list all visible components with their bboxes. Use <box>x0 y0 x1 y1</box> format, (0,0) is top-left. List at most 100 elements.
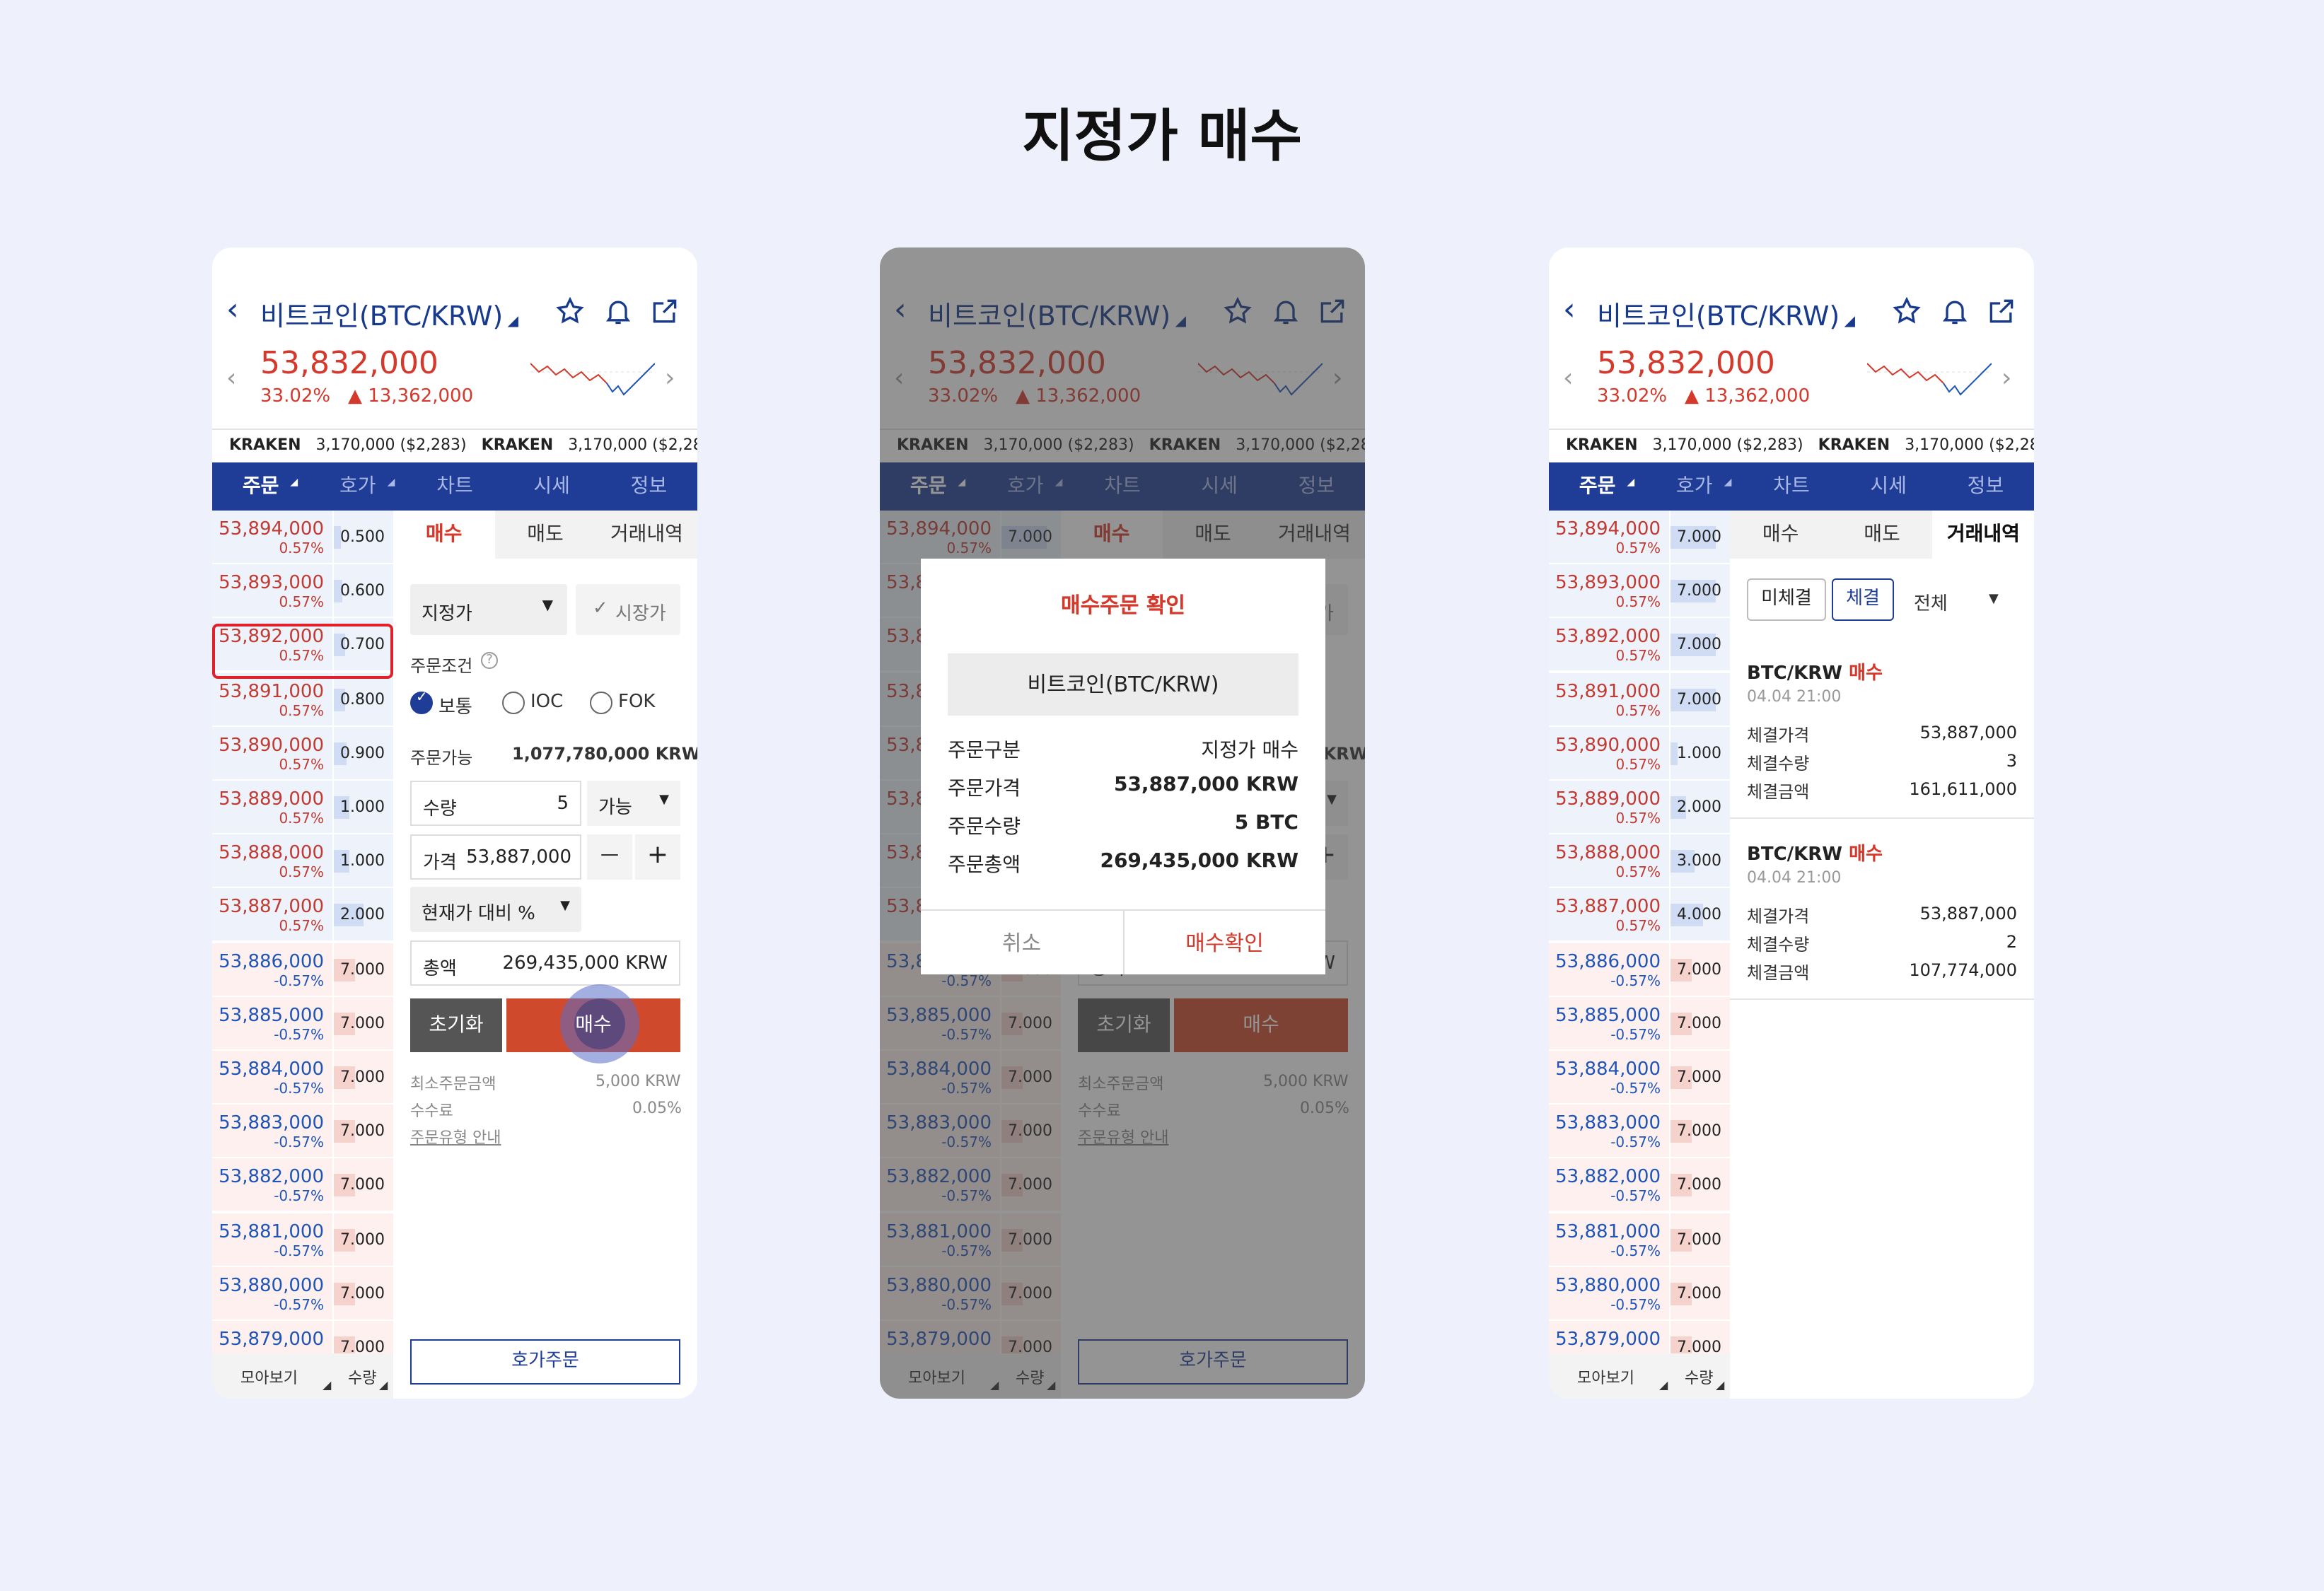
subtab-history[interactable]: 거래내역 <box>596 511 697 559</box>
ask-row[interactable]: 53,894,000 0.57% 0.500 <box>212 511 393 564</box>
back-icon[interactable]: ‹ <box>226 293 239 328</box>
subtab-sell[interactable]: 매도 <box>1831 511 1932 559</box>
prev-icon[interactable]: ‹ <box>1563 363 1573 393</box>
subtab-buy[interactable]: 매수 <box>393 511 495 559</box>
filter-unfilled[interactable]: 미체결 <box>1747 578 1826 621</box>
bid-price: 53,879,000 <box>219 1329 324 1351</box>
ask-price: 53,887,000 <box>219 897 324 919</box>
tab-hoga[interactable]: 호가◢ <box>1646 462 1743 511</box>
bid-row[interactable]: 53,884,000 -0.57% 7.000 <box>212 1051 393 1105</box>
bid-row[interactable]: 53,886,000-0.57% 7.000 <box>1549 943 1730 996</box>
orderbook: 53,894,0000.57% 7.000 53,893,0000.57% 7.… <box>1549 511 1730 1353</box>
bid-row[interactable]: 53,881,000-0.57% 7.000 <box>1549 1213 1730 1266</box>
trade-field-label: 체결가격 <box>1747 725 1810 745</box>
help-icon[interactable]: ? <box>481 652 498 669</box>
hoga-order-button[interactable]: 호가주문 <box>410 1339 680 1385</box>
tab-info[interactable]: 정보 <box>1937 462 2034 511</box>
bid-change: -0.57% <box>274 1244 324 1260</box>
bid-row[interactable]: 53,884,000 -0.57% 7.000 <box>1549 1051 1730 1105</box>
tab-market[interactable]: 시세 <box>1840 462 1937 511</box>
market-order-button[interactable]: ✓ 시장가 <box>576 584 680 635</box>
group-view-button[interactable]: 모아보기 <box>1577 1366 1634 1389</box>
ask-qty: 1.000 <box>1677 743 1721 762</box>
order-guide-link[interactable]: 주문유형 안내 <box>410 1126 501 1148</box>
tab-order[interactable]: 주문◢ <box>1549 462 1646 511</box>
confirm-buy-button[interactable]: 매수확인 <box>1124 911 1325 974</box>
price-minus-button[interactable]: — <box>587 834 632 880</box>
trade-field-value: 3 <box>2006 751 2017 771</box>
subtab-sell[interactable]: 매도 <box>494 511 595 559</box>
back-icon[interactable]: ‹ <box>1563 293 1576 328</box>
up-triangle-icon: ▲ <box>1684 386 1699 407</box>
tab-market[interactable]: 시세 <box>504 462 600 511</box>
quantity-toggle[interactable]: 수량 <box>1685 1366 1714 1389</box>
ask-row[interactable]: 53,887,000 0.57% 4.000 <box>1549 888 1730 943</box>
ask-row[interactable]: 53,890,000 0.57% 1.000 <box>1549 726 1730 781</box>
price-input[interactable]: 가격 53,887,000 <box>410 834 581 880</box>
share-icon[interactable] <box>649 296 680 327</box>
cancel-button[interactable]: 취소 <box>921 911 1124 974</box>
buy-button[interactable]: 매수 <box>506 984 680 1063</box>
star-icon[interactable] <box>554 296 586 327</box>
total-input[interactable]: 총액 269,435,000 KRW <box>410 940 680 986</box>
ask-row[interactable]: 53,893,0000.57% 7.000 <box>1549 564 1730 618</box>
ask-row[interactable]: 53,890,000 0.57% 0.900 <box>212 726 393 781</box>
bid-row[interactable]: 53,879,000 7.000 <box>1549 1321 1730 1353</box>
prev-icon[interactable]: ‹ <box>226 363 236 393</box>
ask-row[interactable]: 53,888,000 0.57% 3.000 <box>1549 834 1730 888</box>
ask-row[interactable]: 53,888,000 0.57% 1.000 <box>212 834 393 888</box>
bid-row[interactable]: 53,886,000-0.57% 7.000 <box>212 943 393 996</box>
radio-fok[interactable] <box>590 692 612 714</box>
group-view-button[interactable]: 모아보기 <box>240 1366 298 1389</box>
price-plus-button[interactable]: + <box>635 834 680 880</box>
subtab-history[interactable]: 거래내역 <box>1932 511 2034 559</box>
reset-button[interactable]: 초기화 <box>410 998 502 1052</box>
ask-row[interactable]: 53,889,000 0.57% 2.000 <box>1549 781 1730 834</box>
tab-hoga[interactable]: 호가◢ <box>309 462 406 511</box>
quantity-toggle[interactable]: 수량 <box>348 1366 377 1389</box>
ask-row[interactable]: 53,893,000 0.57% 0.600 <box>212 564 393 618</box>
share-icon[interactable] <box>1986 296 2017 327</box>
next-icon[interactable]: › <box>665 363 675 393</box>
bid-row[interactable]: 53,885,000-0.57% 7.000 <box>1549 996 1730 1051</box>
coin-title[interactable]: 비트코인(BTC/KRW) ◢ <box>1597 296 1855 334</box>
next-icon[interactable]: › <box>2001 363 2011 393</box>
dialog-row: 주문수량 5 BTC <box>948 812 1298 839</box>
bid-row[interactable]: 53,883,000-0.57% 7.000 <box>1549 1105 1730 1158</box>
tab-info[interactable]: 정보 <box>600 462 697 511</box>
filter-filled[interactable]: 체결 <box>1832 578 1894 621</box>
ask-row[interactable]: 53,892,0000.57% 7.000 <box>1549 618 1730 672</box>
ask-row[interactable]: 53,891,0000.57% 7.000 <box>1549 672 1730 726</box>
bid-row[interactable]: 53,879,000 7.000 <box>212 1321 393 1353</box>
bid-row[interactable]: 53,881,000-0.57% 7.000 <box>212 1213 393 1266</box>
ask-qty: 7.000 <box>1677 528 1721 546</box>
compare-select[interactable]: 현재가 대비 % ▼ <box>410 887 581 932</box>
ask-price: 53,891,000 <box>219 681 324 703</box>
tab-chart[interactable]: 차트 <box>1743 462 1840 511</box>
ask-price: 53,889,000 <box>219 789 324 810</box>
bid-row[interactable]: 53,883,000-0.57% 7.000 <box>212 1105 393 1158</box>
order-type-select[interactable]: 지정가 ▼ <box>410 584 567 635</box>
filter-all-select[interactable]: 전체 <box>1914 588 1948 615</box>
bid-row[interactable]: 53,880,000-0.57% 7.000 <box>212 1266 393 1321</box>
bid-row[interactable]: 53,880,000-0.57% 7.000 <box>1549 1266 1730 1321</box>
coin-title[interactable]: 비트코인(BTC/KRW) ◢ <box>260 296 518 334</box>
bid-row[interactable]: 53,882,000-0.57% 7.000 <box>212 1158 393 1213</box>
ask-row[interactable]: 53,889,000 0.57% 1.000 <box>212 781 393 834</box>
tab-order[interactable]: 주문◢ <box>212 462 309 511</box>
star-icon[interactable] <box>1891 296 1922 327</box>
quantity-input[interactable]: 수량 5 <box>410 781 581 826</box>
ask-change: 0.57% <box>279 812 324 827</box>
bell-icon[interactable] <box>603 296 634 327</box>
radio-ioc[interactable] <box>502 692 525 714</box>
ask-row[interactable]: 53,887,000 0.57% 2.000 <box>212 888 393 943</box>
bid-row[interactable]: 53,882,000-0.57% 7.000 <box>1549 1158 1730 1213</box>
ask-row[interactable]: 53,894,000 0.57% 7.000 <box>1549 511 1730 564</box>
subtab-buy[interactable]: 매수 <box>1730 511 1831 559</box>
ask-change: 0.57% <box>1615 812 1661 827</box>
ask-row[interactable]: 53,891,000 0.57% 0.800 <box>212 672 393 726</box>
bid-row[interactable]: 53,885,000-0.57% 7.000 <box>212 996 393 1051</box>
quantity-option-select[interactable]: 가능 ▼ <box>587 781 680 826</box>
bell-icon[interactable] <box>1939 296 1970 327</box>
tab-chart[interactable]: 차트 <box>406 462 503 511</box>
